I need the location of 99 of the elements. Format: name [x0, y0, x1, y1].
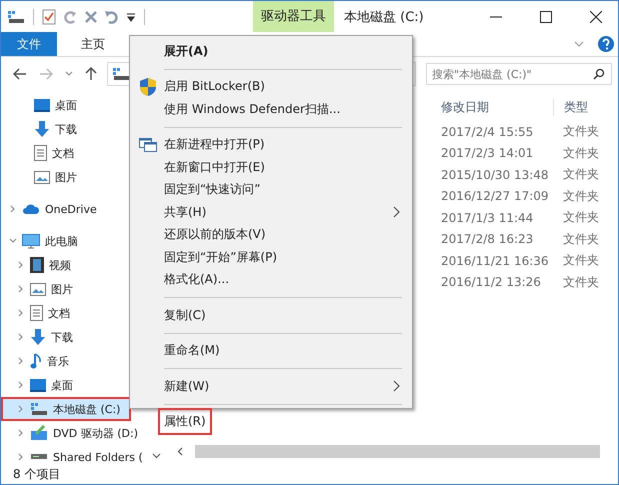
nav-item[interactable]: 下载	[1, 117, 83, 141]
menu-item[interactable]: 重命名(M)	[132, 340, 410, 362]
windows-icon	[139, 138, 157, 152]
picture-icon	[34, 170, 50, 184]
menu-item[interactable]: 复制(C)	[132, 304, 410, 326]
table-cell-text: 2017/2/8 16:23	[441, 232, 534, 246]
music-note-icon	[30, 353, 42, 369]
forward-arrow-icon[interactable]	[39, 68, 53, 80]
table-cell-text: 2016/11/21 16:36	[441, 254, 550, 268]
film-icon	[30, 257, 44, 273]
chevron-down-icon[interactable]	[65, 71, 73, 77]
download-arrow-icon	[30, 329, 46, 345]
menu-item[interactable]: 展开(A)	[132, 40, 410, 62]
chevron-right-icon[interactable]	[17, 381, 25, 389]
close-icon[interactable]	[590, 10, 602, 22]
menu-item[interactable]: 新建(W)	[132, 375, 410, 398]
nav-item[interactable]: Shared Folders (	[1, 445, 149, 467]
dropdown-icon[interactable]	[126, 12, 136, 22]
scroll-left-icon[interactable]	[177, 447, 183, 456]
menu-item[interactable]: 在新进程中打开(P)	[132, 134, 410, 156]
search-field[interactable]: 搜索"本地磁盘 (C:)"	[426, 63, 612, 85]
up-arrow-icon[interactable]	[85, 67, 97, 81]
table-cell-text: 2016/12/27 17:09	[441, 189, 550, 204]
menu-item[interactable]: 还原以前的版本(V)	[132, 224, 410, 246]
chevron-right-icon	[393, 380, 400, 392]
monitor-icon	[22, 234, 40, 248]
nav-item[interactable]: OneDrive	[1, 197, 103, 221]
nav-item[interactable]: 本地磁盘 (C:)	[1, 397, 131, 421]
document-icon	[34, 145, 47, 161]
chevron-right-icon[interactable]	[17, 453, 25, 461]
table-cell-text: 2015/10/30 13:48	[441, 168, 550, 182]
menu-item[interactable]: 在新窗口中打开(E)	[132, 156, 410, 178]
help-icon[interactable]	[598, 36, 614, 52]
cloud-icon	[22, 203, 40, 215]
nav-item[interactable]: 文档	[1, 301, 76, 325]
table-cell-text: 2016/11/2 13:26	[441, 275, 542, 290]
menu-item[interactable]: 共享(H)	[132, 201, 410, 224]
table-cell-text: 文件夹	[562, 188, 599, 205]
ribbon-tab[interactable]: 文件	[1, 32, 57, 56]
menu-item[interactable]: 固定到“快速访问”	[132, 178, 410, 201]
nav-item[interactable]: 此电脑	[1, 229, 84, 253]
chevron-right-icon[interactable]	[17, 285, 25, 293]
window-title: 本地磁盘 (C:)	[344, 8, 424, 26]
desktop-icon	[34, 98, 50, 112]
table-cell-text: 2017/2/4 15:55	[441, 124, 534, 139]
nav-item[interactable]: DVD 驱动器 (D:)	[1, 421, 144, 445]
desktop-icon	[30, 378, 46, 392]
table-cell-text: 文件夹	[562, 252, 599, 270]
nav-item[interactable]: 音乐	[1, 349, 75, 373]
chevron-right-icon	[393, 206, 400, 218]
drive-icon[interactable]	[7, 10, 25, 24]
menu-item[interactable]: 固定到“开始”屏幕(P)	[132, 246, 410, 268]
table-cell-text: 2017/2/3 14:01	[441, 146, 534, 160]
chevron-right-icon[interactable]	[9, 205, 17, 213]
drive-icon	[30, 402, 48, 416]
picture-icon	[30, 282, 46, 296]
table-cell-text: 2017/1/3 11:44	[441, 210, 534, 225]
dvd-drive-icon	[30, 425, 48, 441]
chevron-right-icon[interactable]	[17, 357, 25, 365]
drive-tools-tab[interactable]: 驱动器工具	[253, 1, 334, 32]
download-arrow-icon	[34, 121, 50, 137]
network-drive-icon	[30, 452, 48, 462]
status-text: 8 个项目	[13, 466, 60, 483]
chevron-right-icon[interactable]	[17, 333, 25, 341]
chevron-down-icon[interactable]	[9, 237, 17, 245]
maximize-icon[interactable]	[540, 10, 552, 22]
nav-item[interactable]: 桌面	[1, 373, 79, 397]
chevron-right-icon[interactable]	[17, 309, 25, 317]
table-cell-text: 文件夹	[562, 230, 599, 248]
column-header[interactable]: 类型	[554, 98, 588, 116]
chevron-right-icon[interactable]	[17, 405, 25, 413]
table-cell-text: 文件夹	[562, 209, 599, 226]
table-cell-text: 文件夹	[562, 144, 599, 162]
nav-item[interactable]: 桌面	[1, 93, 83, 117]
scroll-down-icon[interactable]	[152, 453, 161, 459]
document-icon	[30, 305, 43, 321]
table-cell-text: 文件夹	[562, 274, 599, 291]
menu-item[interactable]: 使用 Windows Defender扫描...	[132, 98, 410, 120]
drive-icon	[112, 67, 130, 81]
column-header[interactable]: 修改日期	[441, 98, 554, 116]
table-cell-text: 文件夹	[562, 123, 599, 140]
checklist-icon[interactable]	[42, 8, 56, 24]
search-icon[interactable]	[593, 68, 605, 80]
back-arrow-icon[interactable]	[13, 68, 27, 80]
nav-item[interactable]: 图片	[1, 277, 79, 301]
nav-item[interactable]: 下载	[1, 325, 79, 349]
table-cell-text: 文件夹	[562, 166, 599, 184]
undo-icon[interactable]	[104, 8, 120, 24]
ribbon-tab[interactable]: 主页	[67, 32, 119, 56]
nav-item[interactable]: 视频	[1, 253, 77, 277]
chevron-down-icon[interactable]	[574, 40, 584, 48]
nav-item[interactable]: 文档	[1, 141, 80, 165]
redo-icon[interactable]	[62, 8, 78, 24]
shield-icon	[140, 78, 156, 96]
nav-item[interactable]: 图片	[1, 165, 83, 189]
chevron-right-icon[interactable]	[17, 261, 25, 269]
menu-item[interactable]: 格式化(A)...	[132, 268, 410, 291]
chevron-right-icon[interactable]	[17, 429, 25, 437]
menu-item[interactable]: 启用 BitLocker(B)	[132, 76, 410, 98]
